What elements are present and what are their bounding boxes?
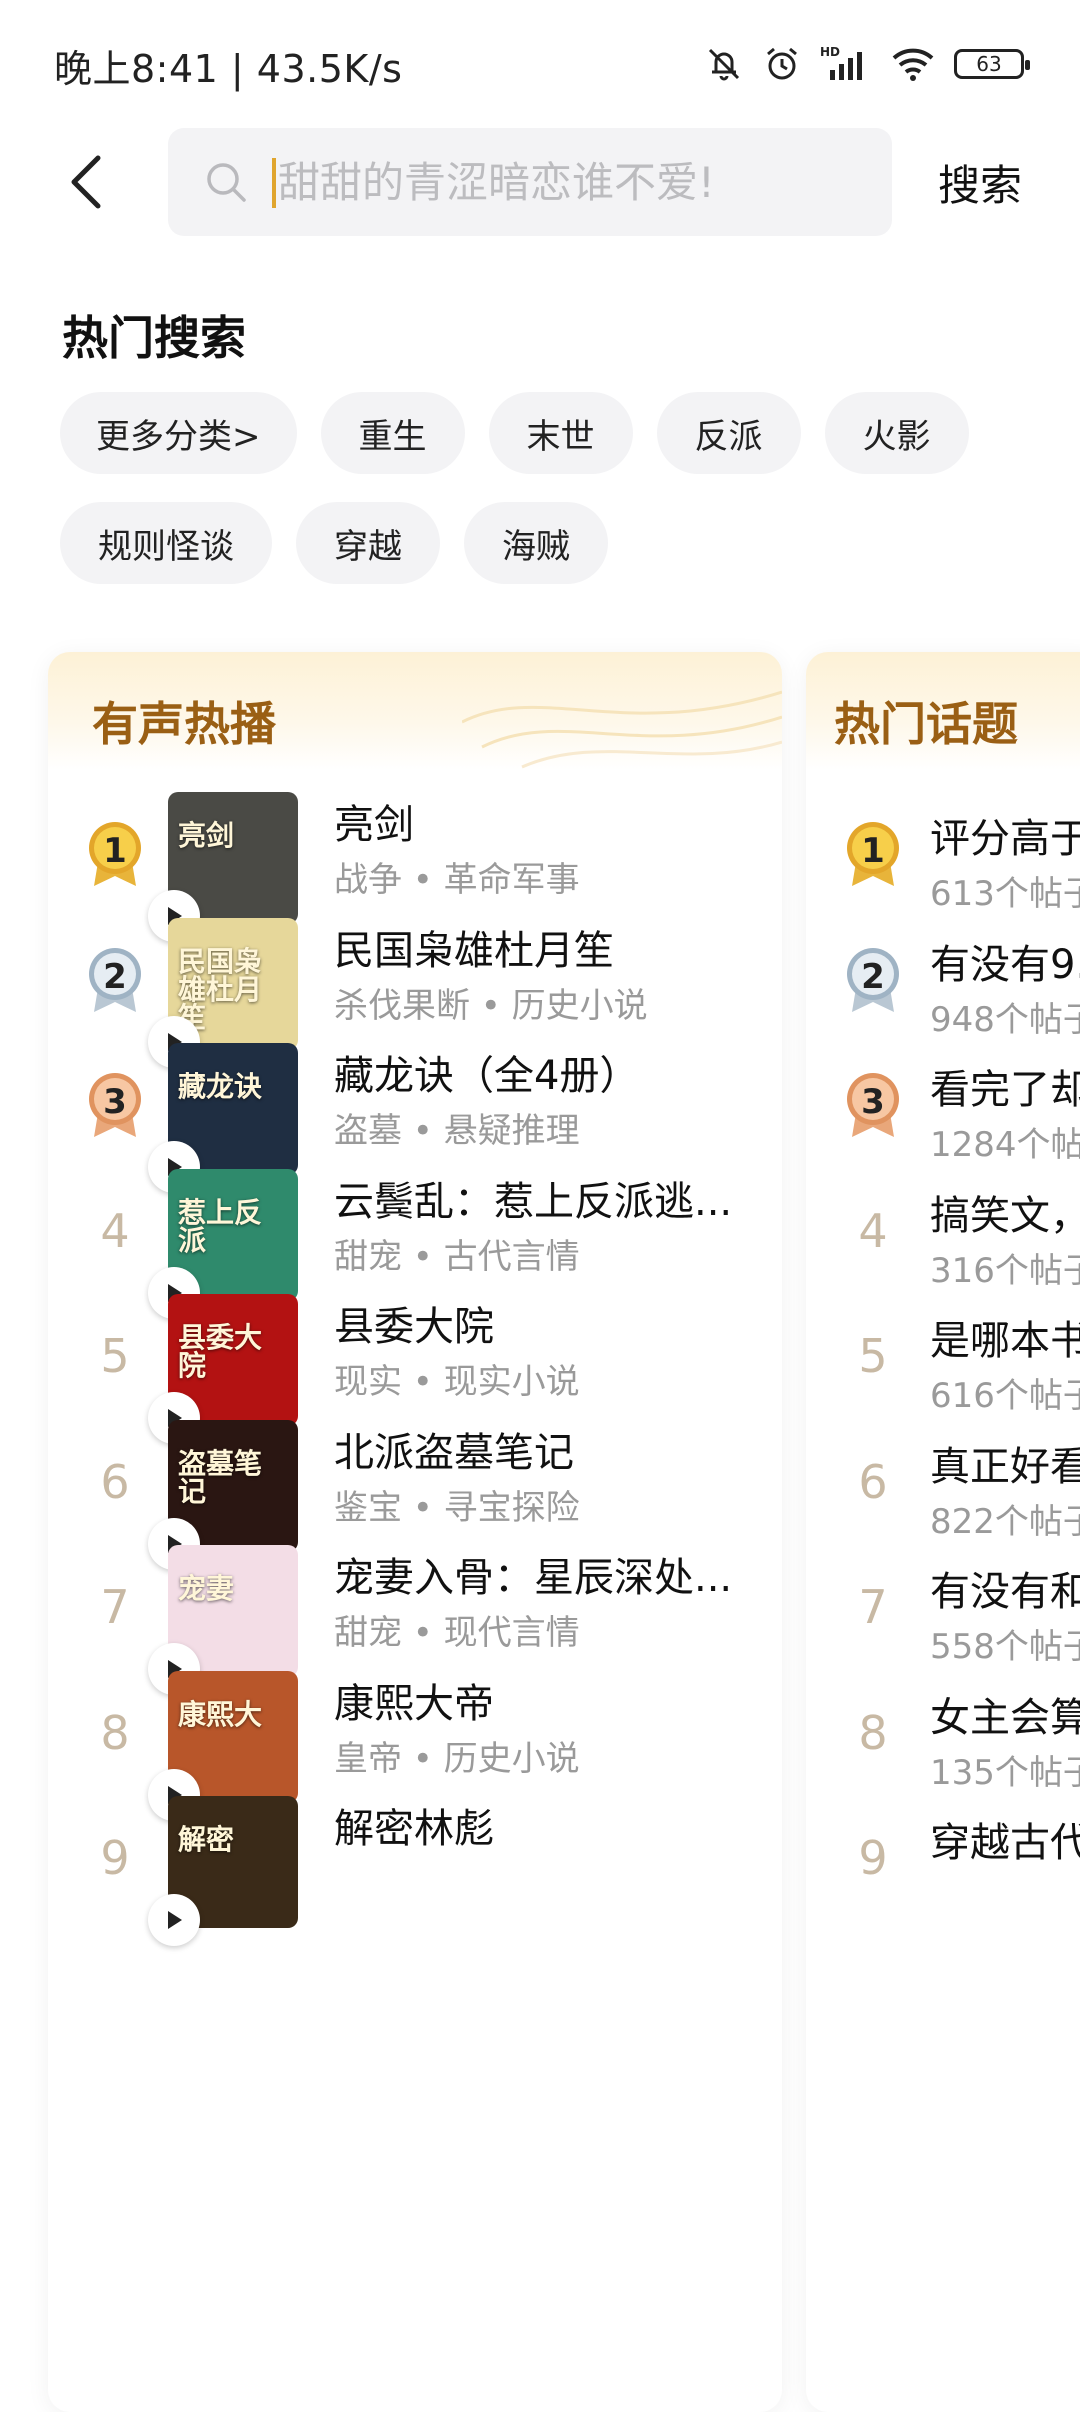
cover-text: 宠妻 [178,1572,235,1605]
book-title: 云鬓乱：惹上反派逃... [334,1178,733,1225]
hot-topics-title: 热门话题 [834,697,1018,751]
rank-number: 9 [858,1831,888,1885]
rank-number: 5 [858,1329,888,1383]
rank-number: 3 [103,1082,127,1122]
rank-number: 1 [861,831,885,871]
book-meta: 盗墓 • 悬疑推理 [334,1111,580,1151]
status-time-speed: 晚上8:41 | 43.5K/s [54,47,403,91]
rank-number: 2 [103,956,127,997]
book-meta: 现实 • 现实小说 [334,1362,580,1402]
cover-text: 民国枭雄杜月笙 [178,944,263,1034]
rank-medal-icon: 2 [84,944,146,1016]
battery-icon: 63 [954,49,1030,79]
audio-hot-card: 有声热播 1 亮剑 亮剑 战争 • 革命军事 2 民国枭雄杜月笙 民国枭雄杜月笙 杀伐果断 •… [48,652,782,2412]
cover-text: 惹上反派 [178,1195,263,1257]
back-button[interactable] [54,148,118,216]
rank-medal-icon: 1 [84,818,146,890]
audio-hot-header: 有声热播 [48,652,782,770]
book-title: 宠妻入骨：星辰深处... [334,1555,733,1601]
rank-medal-icon: 3 [842,1069,904,1141]
rank-number: 2 [861,956,885,997]
book-meta: 甜宠 • 现代言情 [334,1613,580,1653]
rank-medal-icon: 3 [84,1069,146,1141]
topic-title: 看完了却 [930,1067,1080,1113]
topic-title: 有没有9. [930,941,1080,988]
cover-text: 亮剑 [178,819,235,852]
mute-bell-icon [704,44,744,84]
search-box[interactable] [168,128,892,236]
search-input[interactable] [278,152,868,212]
rank-number: 8 [858,1705,888,1760]
book-meta: 战争 • 革命军事 [334,860,580,900]
topic-title: 穿越古代 [930,1820,1080,1866]
book-meta: 甜宠 • 古代言情 [334,1236,580,1277]
rank-number: 1 [103,831,127,871]
hot-topics-card: 热门话题 1 评分高于 613个帖子 2 有没有9. 948个帖子 3 看完了却 1284个帖 4… [806,652,1080,2412]
rank-number: 8 [100,1705,130,1760]
book-title: 北派盗墓笔记 [334,1429,574,1476]
wifi-icon [890,44,936,84]
alarm-icon [762,44,802,84]
hot-topics-header: 热门话题 [806,652,1080,770]
svg-text:HD: HD [820,45,840,59]
tag-more-categories[interactable]: 更多分类> [60,392,297,474]
rank-number: 3 [861,1082,885,1122]
topic-title: 搞笑文， [930,1192,1080,1239]
book-title: 亮剑 [334,802,414,848]
tag-item[interactable]: 穿越 [296,502,440,584]
cover-text: 盗墓笔记 [178,1446,263,1508]
topic-title: 女主会算 [930,1694,1080,1741]
topic-title: 是哪本书 [930,1318,1080,1364]
rank-number: 7 [100,1580,130,1634]
chevron-left-icon [71,155,101,209]
book-title: 解密林彪 [334,1806,494,1852]
tag-item[interactable]: 反派 [656,392,801,474]
rank-number: 6 [100,1454,130,1509]
rank-medal-icon: 2 [842,944,904,1016]
rank-number: 5 [100,1329,130,1383]
book-title: 县委大院 [334,1304,494,1350]
rank-number: 7 [858,1580,888,1634]
hot-search-tags: 更多分类> 重生 末世 反派 火影 规则怪谈 穿越 海贼 [60,392,1060,584]
book-meta: 杀伐果断 • 历史小说 [334,985,648,1026]
cover-text: 藏龙诀 [178,1070,263,1103]
book-meta: 皇帝 • 历史小说 [334,1738,580,1779]
cellular-signal-icon: HD [820,44,872,84]
topic-title: 评分高于 [930,816,1080,862]
rank-number: 9 [100,1831,130,1885]
hot-search-title: 热门搜索 [62,311,246,365]
rank-number: 4 [100,1203,130,1258]
book-title: 藏龙诀（全4册） [334,1053,640,1099]
rank-number: 4 [858,1203,888,1258]
audio-hot-title: 有声热播 [92,697,276,751]
book-title: 民国枭雄杜月笙 [334,927,614,974]
topic-list-item[interactable]: 9 穿越古代 [806,1784,1080,1934]
tag-item[interactable]: 火影 [824,392,969,474]
book-title: 康熙大帝 [334,1680,494,1727]
search-icon [207,163,246,202]
header-wave-decoration [462,690,782,769]
book-meta: 鉴宝 • 寻宝探险 [334,1487,580,1528]
tag-item[interactable]: 海贼 [464,502,608,584]
rank-number: 6 [858,1454,888,1509]
topic-title: 真正好看 [930,1443,1080,1490]
audio-list-item[interactable]: 9 解密 解密林彪 [48,1784,782,1946]
status-bar: 晚上8:41 | 43.5K/s HD 63 [0,0,1080,120]
tag-item[interactable]: 末世 [488,392,633,474]
tag-item[interactable]: 规则怪谈 [60,502,272,584]
tag-item[interactable]: 重生 [320,392,465,474]
topic-title: 有没有和 [930,1569,1080,1615]
play-icon[interactable] [148,1894,200,1946]
search-button[interactable]: 搜索 [938,152,1022,213]
rank-medal-icon: 1 [842,818,904,890]
cover-text: 县委大院 [178,1321,263,1382]
cover-text: 康熙大 [178,1697,263,1731]
text-caret [272,158,276,208]
cover-text: 解密 [178,1823,235,1856]
